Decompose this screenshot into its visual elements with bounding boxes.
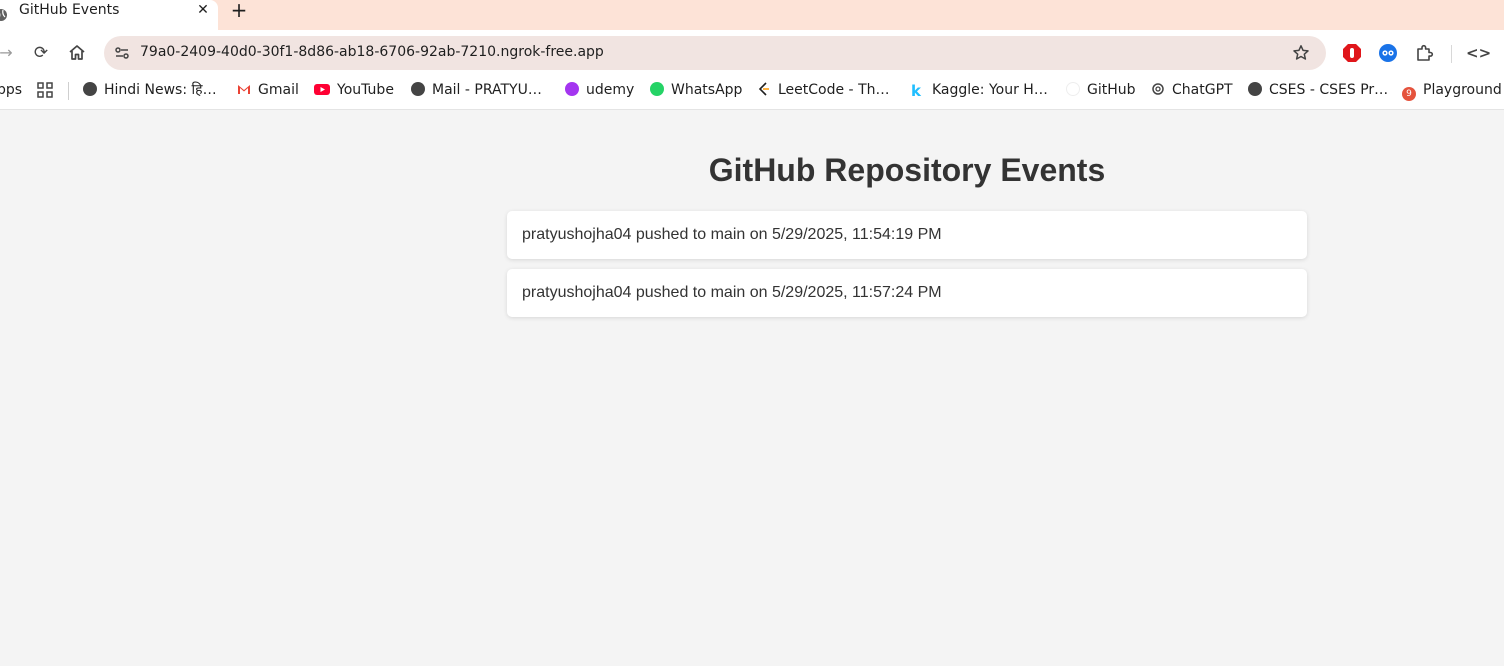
udemy-icon: [565, 82, 579, 96]
bookmark-udemy[interactable]: udemy: [565, 81, 634, 105]
bookmark-mail-pratyush[interactable]: Mail - PRATYU…: [411, 81, 542, 105]
tab-strip: GitHub Events ✕ +: [0, 0, 1504, 30]
youtube-icon: [314, 84, 330, 95]
bookmarks-divider: [68, 82, 69, 100]
forward-icon[interactable]: →: [0, 43, 16, 63]
globe-icon: [83, 82, 97, 96]
globe-icon: [0, 9, 7, 21]
bookmark-star-icon[interactable]: [1292, 44, 1310, 62]
bookmark-kaggle[interactable]: k Kaggle: Your H…: [911, 81, 1048, 105]
bookmark-hindi-news[interactable]: Hindi News: हि…: [83, 81, 217, 105]
extensions-puzzle-icon[interactable]: [1415, 43, 1435, 63]
bookmark-apps-label[interactable]: pps: [0, 81, 22, 105]
close-icon[interactable]: ✕: [194, 2, 212, 20]
event-item: pratyushojha04 pushed to main on 5/29/20…: [507, 211, 1307, 259]
chatgpt-icon: [1152, 83, 1164, 95]
github-icon: [1066, 82, 1080, 96]
gmail-icon: [238, 85, 250, 94]
new-tab-button[interactable]: +: [229, 0, 249, 21]
kaggle-icon: k: [911, 82, 921, 100]
bookmark-github[interactable]: GitHub: [1066, 81, 1136, 105]
bookmarks-bar: pps Hindi News: हि… Gmail YouTube Mail -…: [0, 76, 1504, 110]
toolbar-divider: [1451, 45, 1452, 63]
bookmark-youtube[interactable]: YouTube: [314, 81, 394, 105]
stop-sign-extension-icon[interactable]: [1342, 43, 1362, 63]
bookmark-cses[interactable]: CSES - CSES Pr…: [1248, 81, 1388, 105]
browser-toolbar: → ⟳ 79a0-2409-40d0-30f1-8d86-ab18-6706-9…: [0, 30, 1504, 76]
url-text: 79a0-2409-40d0-30f1-8d86-ab18-6706-92ab-…: [140, 44, 604, 60]
bookmark-gmail[interactable]: Gmail: [237, 81, 299, 105]
home-icon[interactable]: [67, 43, 87, 63]
bookmark-playground[interactable]: 9 Playground: [1402, 81, 1502, 105]
globe-icon: [411, 82, 425, 96]
bookmark-chatgpt[interactable]: ChatGPT: [1151, 81, 1233, 105]
event-list: pratyushojha04 pushed to main on 5/29/20…: [507, 211, 1307, 327]
playground-icon: 9: [1402, 87, 1416, 101]
globe-icon: [1248, 82, 1262, 96]
page-title: GitHub Repository Events: [708, 152, 1106, 188]
page-content: GitHub Repository Events pratyushojha04 …: [0, 111, 1504, 666]
reload-icon[interactable]: ⟳: [31, 43, 51, 63]
bookmark-leetcode[interactable]: LeetCode - Th…: [757, 81, 890, 105]
tab-github-events[interactable]: GitHub Events ✕: [0, 0, 218, 30]
bookmark-whatsapp[interactable]: WhatsApp: [650, 81, 742, 105]
devtools-icon[interactable]: <>: [1466, 43, 1491, 63]
event-item: pratyushojha04 pushed to main on 5/29/20…: [507, 269, 1307, 317]
apps-grid-icon[interactable]: [37, 82, 53, 98]
address-bar[interactable]: 79a0-2409-40d0-30f1-8d86-ab18-6706-92ab-…: [104, 36, 1326, 70]
whatsapp-icon: [650, 82, 664, 96]
site-settings-icon[interactable]: [114, 45, 130, 61]
owl-extension-icon[interactable]: [1378, 43, 1398, 63]
tab-title: GitHub Events: [19, 2, 120, 18]
leetcode-icon: [758, 82, 769, 96]
